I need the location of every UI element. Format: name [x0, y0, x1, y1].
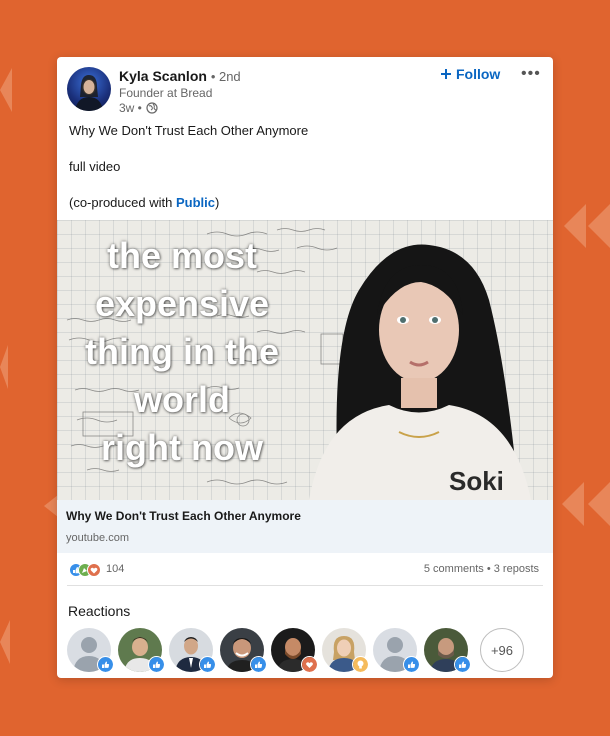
- reaction-icons[interactable]: [69, 563, 103, 577]
- svg-text:Soki: Soki: [449, 466, 504, 496]
- love-icon: [301, 656, 318, 673]
- overlay-line: the most: [106, 235, 257, 276]
- reactor-avatar[interactable]: [169, 628, 216, 673]
- follow-button[interactable]: Follow: [440, 66, 500, 82]
- reactions-heading: Reactions: [68, 603, 131, 619]
- author-name-line: Kyla Scanlon • 2nd: [119, 68, 241, 84]
- overlay-line: thing in the: [85, 331, 279, 372]
- like-icon: [97, 656, 114, 673]
- follow-label: Follow: [456, 66, 501, 82]
- post-card: Kyla Scanlon • 2nd Founder at Bread 3w •…: [57, 57, 553, 678]
- insightful-icon: [352, 656, 369, 673]
- post-text-title: Why We Don't Trust Each Other Anymore: [69, 123, 309, 138]
- more-reactors-button[interactable]: +96: [480, 628, 524, 672]
- decorative-arrow-icon: [0, 345, 8, 389]
- reaction-count[interactable]: 104: [106, 563, 124, 575]
- link-preview[interactable]: Why We Don't Trust Each Other Anymore yo…: [57, 500, 553, 553]
- overlay-line: expensive: [94, 283, 270, 324]
- connection-degree: • 2nd: [210, 69, 241, 84]
- post-text-line: full video: [69, 159, 121, 174]
- link-preview-domain: youtube.com: [66, 532, 129, 544]
- video-thumbnail[interactable]: Soki the most expensive thing in the wor…: [57, 220, 553, 500]
- post-text-coproduced: (co-produced with Public): [69, 195, 219, 210]
- video-overlay-text: the most expensive thing in the world ri…: [67, 232, 297, 472]
- post-time: 3w •: [119, 101, 142, 115]
- reactor-avatar[interactable]: [424, 628, 471, 673]
- decorative-arrow-icon: [0, 68, 12, 112]
- plus-icon: [441, 69, 451, 79]
- post-meta: 3w •: [119, 101, 158, 115]
- decorative-double-arrow-icon: [562, 482, 610, 526]
- more-icon[interactable]: •••: [521, 65, 541, 83]
- reactor-avatar[interactable]: [118, 628, 165, 673]
- link-preview-title[interactable]: Why We Don't Trust Each Other Anymore: [66, 509, 301, 523]
- author-avatar[interactable]: [67, 67, 111, 111]
- reactor-avatar[interactable]: [67, 628, 114, 673]
- globe-icon: [146, 102, 158, 114]
- like-icon: [454, 656, 471, 673]
- reactor-avatar[interactable]: [220, 628, 267, 673]
- like-icon: [250, 656, 267, 673]
- comments-reposts[interactable]: 5 comments • 3 reposts: [424, 563, 539, 575]
- coproduced-suffix: ): [214, 195, 220, 210]
- decorative-arrow-icon: [0, 620, 10, 664]
- like-icon: [199, 656, 216, 673]
- author-avatar-image: [75, 75, 103, 111]
- author-headline: Founder at Bread: [119, 86, 213, 100]
- overlay-line: world: [134, 379, 230, 420]
- author-name[interactable]: Kyla Scanlon: [119, 68, 207, 84]
- reactor-avatar[interactable]: [322, 628, 369, 673]
- social-counts: 104 5 comments • 3 reposts: [57, 553, 553, 583]
- love-icon: [87, 563, 101, 577]
- reactor-avatar[interactable]: [373, 628, 420, 673]
- presenter-image: Soki: [309, 244, 531, 500]
- post-header: Kyla Scanlon • 2nd Founder at Bread 3w •…: [57, 57, 553, 117]
- like-icon: [403, 656, 420, 673]
- like-icon: [148, 656, 165, 673]
- reactor-avatar[interactable]: [271, 628, 318, 673]
- decorative-arrow-icon: [44, 495, 58, 517]
- public-link[interactable]: Public: [176, 195, 215, 210]
- overlay-line: right now: [101, 427, 263, 468]
- decorative-double-arrow-icon: [564, 204, 610, 248]
- divider: [67, 585, 543, 586]
- coproduced-prefix: (co-produced with: [69, 195, 176, 210]
